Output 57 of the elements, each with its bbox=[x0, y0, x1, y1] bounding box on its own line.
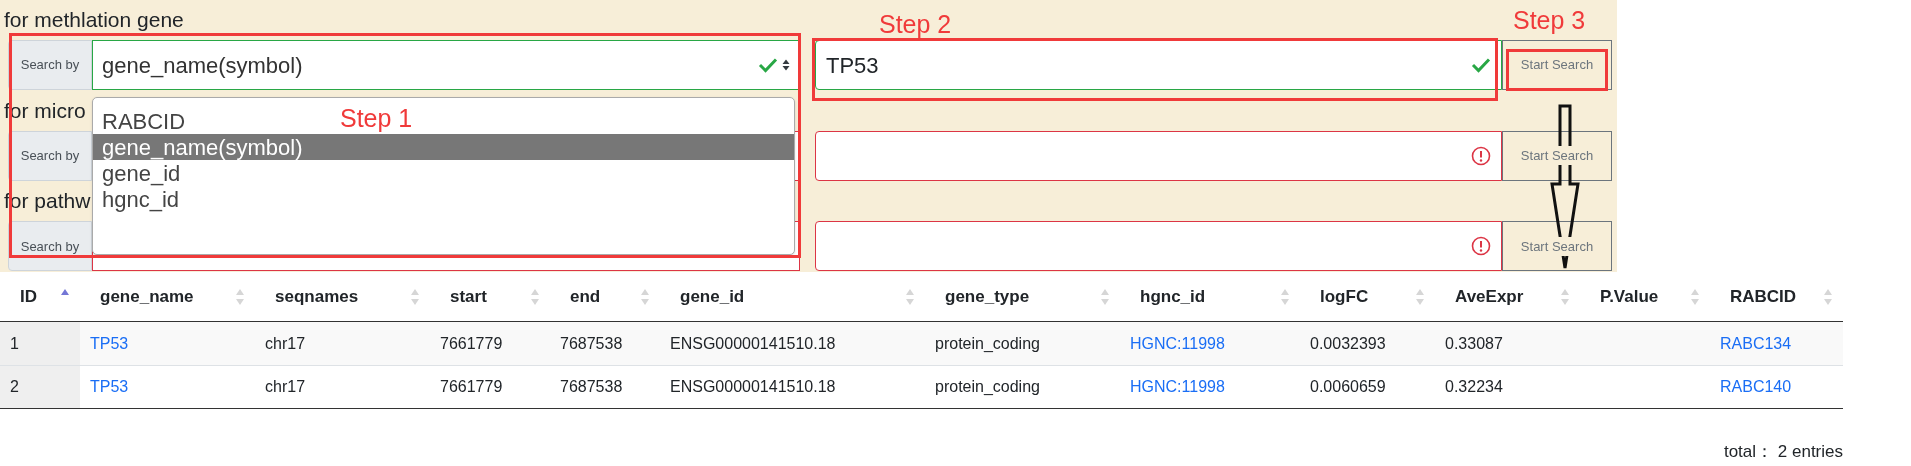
check-icon bbox=[1471, 57, 1491, 73]
dropdown-option[interactable]: hgnc_id bbox=[93, 186, 189, 212]
search-by-label: Search by bbox=[8, 221, 92, 272]
table-cell-text: chr17 bbox=[265, 377, 306, 397]
table-cell-text: 7661779 bbox=[440, 333, 503, 354]
search-select[interactable]: gene_name(symbol) bbox=[92, 40, 800, 90]
column-header[interactable]: RABCID bbox=[1710, 272, 1843, 321]
search-by-label: Search by bbox=[8, 130, 92, 181]
table-link[interactable]: HGNC:11998 bbox=[1130, 375, 1225, 399]
table-cell-text: 7687538 bbox=[560, 377, 623, 397]
table-cell-text: ENSG00000141510.18 bbox=[670, 333, 836, 354]
search-by-label: Search by bbox=[8, 40, 92, 90]
column-header[interactable]: gene_name bbox=[80, 272, 255, 321]
table-cell-text: 0.0060659 bbox=[1310, 377, 1386, 397]
table-cell-text: 0.0032393 bbox=[1310, 333, 1386, 354]
table-link[interactable]: TP53 bbox=[90, 331, 129, 356]
step-label: Step 1 bbox=[340, 104, 413, 132]
column-header[interactable]: gene_type bbox=[925, 272, 1120, 321]
column-header[interactable]: AveExpr bbox=[1435, 272, 1580, 321]
column-header[interactable]: ID bbox=[0, 272, 80, 321]
table-cell-text: ENSG00000141510.18 bbox=[670, 377, 836, 397]
total-count: total： 2 entries bbox=[1723, 441, 1843, 463]
dropdown-option[interactable]: RABCID bbox=[93, 108, 195, 134]
column-header[interactable]: start bbox=[430, 272, 550, 321]
check-icon bbox=[758, 57, 778, 73]
dropdown-option[interactable]: gene_name(symbol) bbox=[93, 134, 794, 160]
column-header[interactable]: hgnc_id bbox=[1120, 272, 1300, 321]
search-field[interactable] bbox=[815, 130, 1502, 181]
step-label: Step 2 bbox=[879, 10, 952, 38]
column-header[interactable]: seqnames bbox=[255, 272, 430, 321]
table-link[interactable]: RABC140 bbox=[1720, 375, 1792, 399]
step-label: Step 3 bbox=[1513, 6, 1586, 34]
table-cell-text: 0.33087 bbox=[1445, 333, 1503, 354]
table-cell-text: 7687538 bbox=[560, 333, 623, 354]
table-cell-text: protein_coding bbox=[935, 377, 1040, 397]
dropdown-option[interactable]: gene_id bbox=[93, 160, 190, 186]
table-cell-text: protein_coding bbox=[935, 333, 1040, 354]
table-link[interactable]: RABC134 bbox=[1720, 331, 1792, 356]
search-field[interactable]: TP53 bbox=[815, 40, 1502, 90]
start-search-button[interactable]: Start Search bbox=[1502, 130, 1612, 181]
table-cell-text: chr17 bbox=[265, 333, 306, 354]
table-link[interactable]: HGNC:11998 bbox=[1130, 331, 1225, 356]
start-search-button[interactable]: Start Search bbox=[1502, 221, 1612, 272]
table-cell-text: 0.32234 bbox=[1445, 377, 1503, 397]
table-cell-text: 2 bbox=[10, 377, 19, 397]
search-field[interactable] bbox=[815, 221, 1502, 272]
column-header[interactable]: gene_id bbox=[660, 272, 925, 321]
table-cell-text: 7661779 bbox=[440, 377, 503, 397]
column-header[interactable]: P.Value bbox=[1580, 272, 1710, 321]
table-cell-text: 1 bbox=[10, 333, 19, 354]
section-label: for methlation gene bbox=[4, 7, 184, 33]
table-link[interactable]: TP53 bbox=[90, 375, 129, 399]
column-header[interactable]: logFC bbox=[1300, 272, 1435, 321]
alert-icon bbox=[1471, 145, 1491, 166]
select-arrows-icon bbox=[782, 58, 790, 72]
alert-icon bbox=[1471, 236, 1491, 257]
column-header[interactable]: end bbox=[550, 272, 660, 321]
